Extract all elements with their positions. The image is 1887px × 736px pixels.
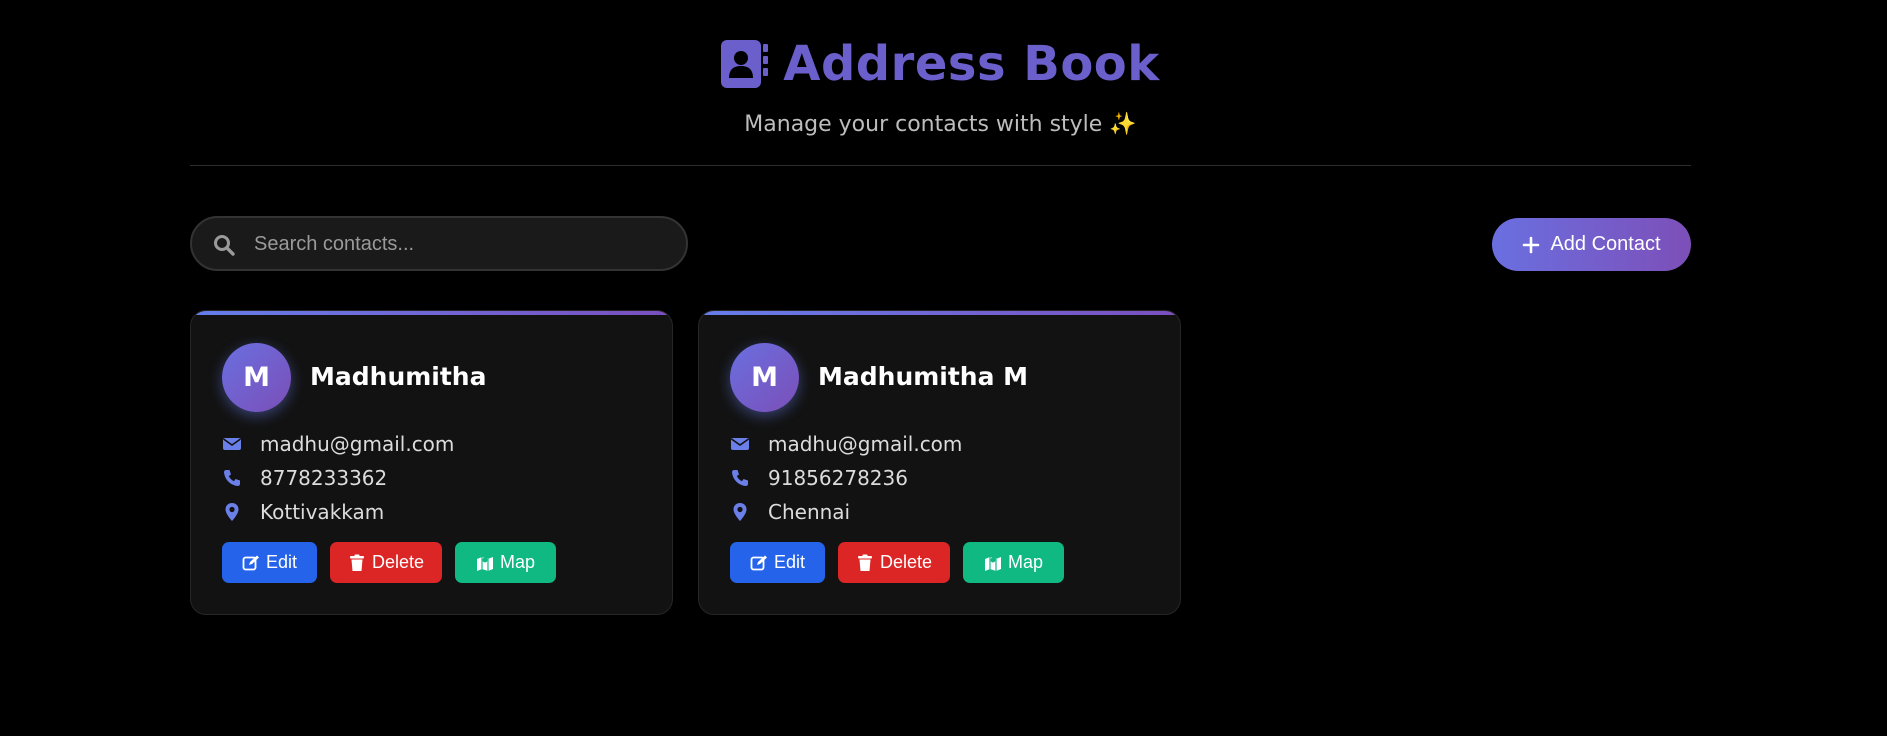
contact-location-row: Kottivakkam bbox=[222, 499, 384, 525]
edit-label: Edit bbox=[773, 552, 806, 572]
card-accent-bar bbox=[699, 311, 1180, 315]
map-button[interactable]: Map bbox=[963, 542, 1064, 583]
trash-icon bbox=[349, 554, 364, 571]
page-header: Address Book Manage your contacts with s… bbox=[190, 0, 1691, 166]
envelope-icon bbox=[222, 434, 242, 454]
delete-button[interactable]: Delete bbox=[838, 542, 950, 583]
contact-phone-row: 91856278236 bbox=[730, 465, 908, 491]
avatar: M bbox=[222, 343, 291, 412]
phone-icon bbox=[222, 468, 242, 488]
map-pin-icon bbox=[730, 502, 750, 522]
edit-icon bbox=[750, 555, 767, 570]
card-actions: Edit Delete Map bbox=[222, 542, 556, 583]
delete-button[interactable]: Delete bbox=[330, 542, 442, 583]
contact-name: Madhumitha M bbox=[818, 362, 1029, 391]
contact-location-row: Chennai bbox=[730, 499, 850, 525]
page-title: Address Book bbox=[783, 36, 1160, 92]
add-contact-button[interactable]: Add Contact bbox=[1492, 218, 1691, 271]
search-icon bbox=[214, 235, 235, 256]
page-subtitle: Manage your contacts with style ✨ bbox=[744, 112, 1137, 137]
edit-button[interactable]: Edit bbox=[222, 542, 317, 583]
title-row: Address Book bbox=[190, 36, 1691, 92]
contact-card: M Madhumitha madhu@gmail.com 8778233362 … bbox=[190, 310, 673, 615]
contact-email-row: madhu@gmail.com bbox=[730, 431, 962, 457]
contact-card: M Madhumitha M madhu@gmail.com 918562782… bbox=[698, 310, 1181, 615]
map-icon bbox=[984, 556, 1001, 571]
edit-label: Edit bbox=[265, 552, 298, 572]
plus-icon bbox=[1523, 236, 1540, 253]
envelope-icon bbox=[730, 434, 750, 454]
address-book-icon bbox=[721, 40, 769, 88]
phone-icon bbox=[730, 468, 750, 488]
contact-phone: 8778233362 bbox=[260, 466, 388, 490]
add-contact-label: Add Contact bbox=[1550, 233, 1661, 255]
contact-email-row: madhu@gmail.com bbox=[222, 431, 454, 457]
contact-email: madhu@gmail.com bbox=[260, 432, 455, 456]
contact-location: Chennai bbox=[768, 500, 851, 524]
contact-name: Madhumitha bbox=[310, 362, 487, 391]
edit-icon bbox=[242, 555, 259, 570]
contact-location: Kottivakkam bbox=[260, 500, 385, 524]
delete-label: Delete bbox=[879, 552, 933, 572]
search-box bbox=[190, 216, 688, 271]
card-accent-bar bbox=[191, 311, 672, 315]
address-book-page: Address Book Manage your contacts with s… bbox=[0, 0, 1887, 736]
card-actions: Edit Delete Map bbox=[730, 542, 1064, 583]
contact-email: madhu@gmail.com bbox=[768, 432, 963, 456]
avatar: M bbox=[730, 343, 799, 412]
trash-icon bbox=[857, 554, 872, 571]
contact-phone-row: 8778233362 bbox=[222, 465, 387, 491]
map-label: Map bbox=[499, 552, 535, 572]
contact-phone: 91856278236 bbox=[768, 466, 908, 490]
map-icon bbox=[476, 556, 493, 571]
map-button[interactable]: Map bbox=[455, 542, 556, 583]
edit-button[interactable]: Edit bbox=[730, 542, 825, 583]
map-label: Map bbox=[1007, 552, 1043, 572]
delete-label: Delete bbox=[371, 552, 425, 572]
search-input[interactable] bbox=[252, 218, 676, 271]
map-pin-icon bbox=[222, 502, 242, 522]
